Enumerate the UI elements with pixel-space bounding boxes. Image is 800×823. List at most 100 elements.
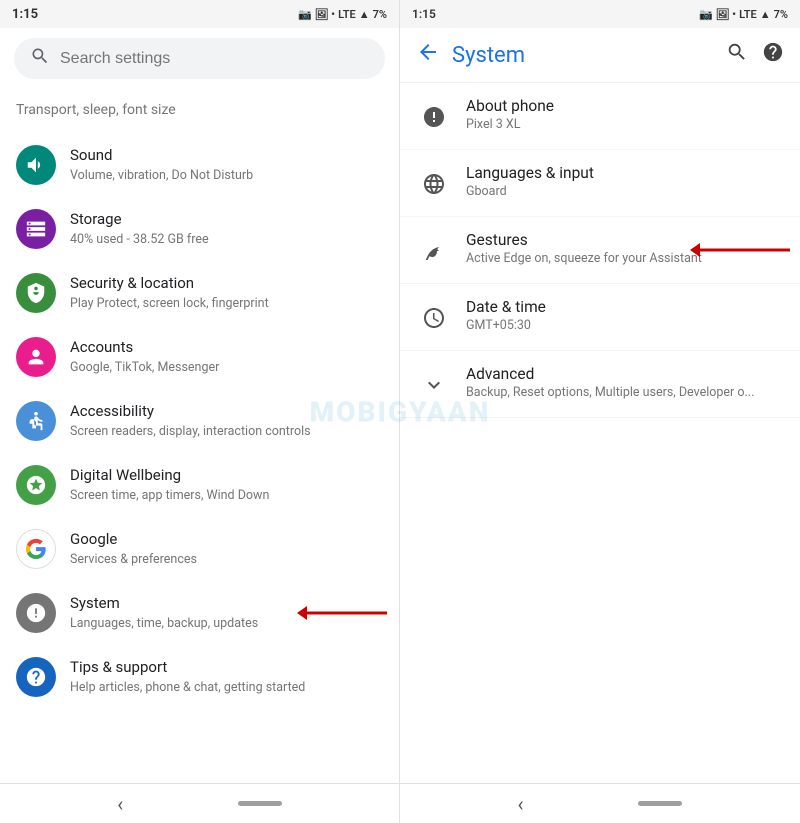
tips-subtitle: Help articles, phone & chat, getting sta… <box>70 679 383 697</box>
settings-item-accessibility[interactable]: Accessibility Screen readers, display, i… <box>0 389 399 453</box>
google-text: Google Services & preferences <box>70 530 383 568</box>
languages-icon <box>416 166 452 202</box>
left-nav-pill <box>238 801 282 806</box>
header-action-icons <box>726 41 784 69</box>
sound-title: Sound <box>70 146 383 166</box>
system-items-list: About phone Pixel 3 XL Languages & input… <box>400 83 800 783</box>
about-phone-text: About phone Pixel 3 XL <box>466 97 784 132</box>
truncated-item[interactable]: Transport, sleep, font size <box>0 89 399 133</box>
system-red-arrow <box>297 598 399 628</box>
storage-subtitle: 40% used - 38.52 GB free <box>70 231 383 249</box>
signal-icon: ▲ <box>359 8 370 21</box>
settings-item-digital-wellbeing[interactable]: Digital Wellbeing Screen time, app timer… <box>0 453 399 517</box>
sound-subtitle: Volume, vibration, Do Not Disturb <box>70 167 383 185</box>
system-item-gestures[interactable]: Gestures Active Edge on, squeeze for you… <box>400 217 800 284</box>
about-phone-icon <box>416 99 452 135</box>
right-back-nav[interactable]: ‹ <box>517 792 523 816</box>
gestures-icon <box>416 233 452 269</box>
system-item-advanced[interactable]: Advanced Backup, Reset options, Multiple… <box>400 351 800 418</box>
system-title-header: System <box>452 43 714 68</box>
right-time: 1:15 <box>412 7 436 21</box>
settings-item-storage[interactable]: Storage 40% used - 38.52 GB free <box>0 197 399 261</box>
right-status-bar: 1:15 📷 🖼 • LTE ▲ 7% <box>400 0 800 28</box>
right-status-icons: 📷 🖼 • LTE ▲ 7% <box>699 8 788 21</box>
advanced-title: Advanced <box>466 365 784 383</box>
languages-subtitle: Gboard <box>466 184 784 199</box>
languages-title: Languages & input <box>466 164 784 182</box>
accessibility-title: Accessibility <box>70 402 383 422</box>
advanced-icon <box>416 367 452 403</box>
notification-icons: 📷 🖼 • <box>298 8 335 21</box>
right-lte-label: LTE <box>739 8 757 21</box>
settings-item-tips[interactable]: Tips & support Help articles, phone & ch… <box>0 645 399 709</box>
left-settings-panel: 1:15 📷 🖼 • LTE ▲ 7% Transport, sleep, fo… <box>0 0 400 823</box>
security-text: Security & location Play Protect, screen… <box>70 274 383 312</box>
languages-text: Languages & input Gboard <box>466 164 784 199</box>
left-status-bar: 1:15 📷 🖼 • LTE ▲ 7% <box>0 0 399 28</box>
tips-text: Tips & support Help articles, phone & ch… <box>70 658 383 696</box>
datetime-icon <box>416 300 452 336</box>
digital-wellbeing-text: Digital Wellbeing Screen time, app timer… <box>70 466 383 504</box>
tips-icon <box>16 657 56 697</box>
sound-icon <box>16 145 56 185</box>
system-item-languages[interactable]: Languages & input Gboard <box>400 150 800 217</box>
lte-label: LTE <box>338 8 356 21</box>
settings-item-system[interactable]: System Languages, time, backup, updates <box>0 581 399 645</box>
back-button[interactable] <box>416 40 440 70</box>
left-nav-bar: ‹ <box>0 783 399 823</box>
digital-wellbeing-icon <box>16 465 56 505</box>
accessibility-subtitle: Screen readers, display, interaction con… <box>70 423 383 441</box>
advanced-text: Advanced Backup, Reset options, Multiple… <box>466 365 784 400</box>
google-title: Google <box>70 530 383 550</box>
search-bar[interactable] <box>14 38 385 79</box>
gestures-red-arrow <box>690 235 800 265</box>
digital-wellbeing-subtitle: Screen time, app timers, Wind Down <box>70 487 383 505</box>
search-input[interactable] <box>60 50 369 68</box>
advanced-subtitle: Backup, Reset options, Multiple users, D… <box>466 385 784 400</box>
right-nav-bar: ‹ <box>400 783 800 823</box>
accounts-subtitle: Google, TikTok, Messenger <box>70 359 383 377</box>
search-icon <box>30 46 50 71</box>
settings-item-security[interactable]: Security & location Play Protect, screen… <box>0 261 399 325</box>
search-header-icon[interactable] <box>726 41 748 69</box>
accounts-title: Accounts <box>70 338 383 358</box>
system-item-about-phone[interactable]: About phone Pixel 3 XL <box>400 83 800 150</box>
accounts-text: Accounts Google, TikTok, Messenger <box>70 338 383 376</box>
security-subtitle: Play Protect, screen lock, fingerprint <box>70 295 383 313</box>
search-bar-container <box>0 28 399 89</box>
settings-list: Transport, sleep, font size Sound Volume… <box>0 89 399 783</box>
accessibility-icon <box>16 401 56 441</box>
accounts-icon <box>16 337 56 377</box>
security-icon <box>16 273 56 313</box>
settings-item-sound[interactable]: Sound Volume, vibration, Do Not Disturb <box>0 133 399 197</box>
right-system-panel: 1:15 📷 🖼 • LTE ▲ 7% System <box>400 0 800 823</box>
left-time: 1:15 <box>12 7 38 22</box>
battery-left: 7% <box>373 8 387 21</box>
left-back-nav[interactable]: ‹ <box>117 792 123 816</box>
google-icon <box>16 529 56 569</box>
about-phone-title: About phone <box>466 97 784 115</box>
accessibility-text: Accessibility Screen readers, display, i… <box>70 402 383 440</box>
settings-item-accounts[interactable]: Accounts Google, TikTok, Messenger <box>0 325 399 389</box>
right-notification-icons: 📷 🖼 • <box>699 8 736 21</box>
storage-icon <box>16 209 56 249</box>
digital-wellbeing-title: Digital Wellbeing <box>70 466 383 486</box>
security-title: Security & location <box>70 274 383 294</box>
system-icon <box>16 593 56 633</box>
system-item-datetime[interactable]: Date & time GMT+05:30 <box>400 284 800 351</box>
settings-item-google[interactable]: Google Services & preferences <box>0 517 399 581</box>
storage-text: Storage 40% used - 38.52 GB free <box>70 210 383 248</box>
truncated-text: Transport, sleep, font size <box>16 102 176 118</box>
right-signal-icon: ▲ <box>760 8 771 21</box>
storage-title: Storage <box>70 210 383 230</box>
help-header-icon[interactable] <box>762 41 784 69</box>
datetime-title: Date & time <box>466 298 784 316</box>
tips-title: Tips & support <box>70 658 383 678</box>
left-status-icons: 📷 🖼 • LTE ▲ 7% <box>298 8 387 21</box>
about-phone-subtitle: Pixel 3 XL <box>466 117 784 132</box>
right-battery: 7% <box>774 8 788 21</box>
system-header: System <box>400 28 800 83</box>
datetime-text: Date & time GMT+05:30 <box>466 298 784 333</box>
google-subtitle: Services & preferences <box>70 551 383 569</box>
right-nav-pill <box>638 801 682 806</box>
